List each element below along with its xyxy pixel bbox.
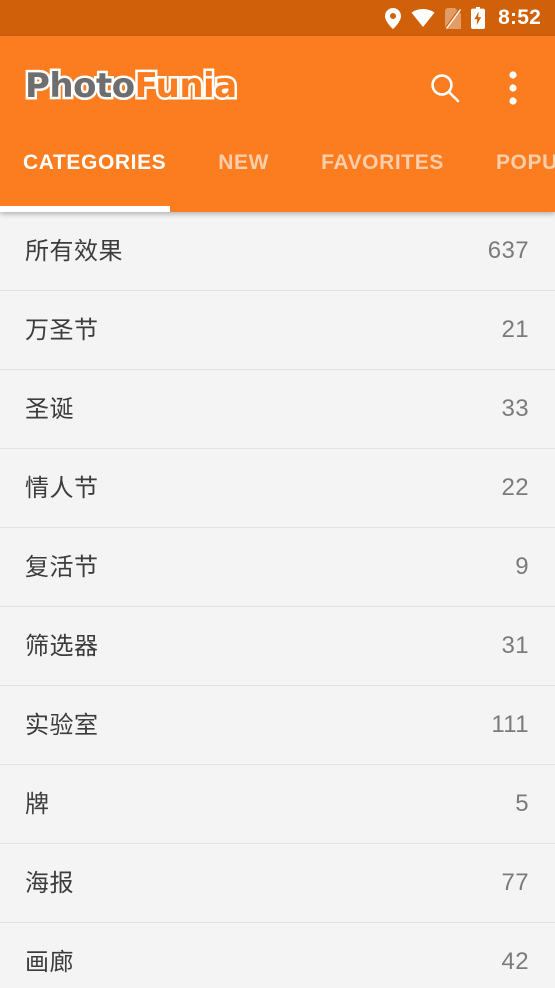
category-name: 情人节 xyxy=(25,474,99,502)
category-count: 77 xyxy=(501,869,529,896)
app-logo: PhotoFunia xyxy=(23,66,240,106)
category-list[interactable]: 所有效果 637 万圣节 21 圣诞 33 情人节 22 复活节 9 筛选器 3… xyxy=(0,212,555,988)
category-count: 31 xyxy=(501,632,529,659)
category-name: 圣诞 xyxy=(25,395,74,423)
table-row[interactable]: 情人节 22 xyxy=(0,449,555,528)
table-row[interactable]: 所有效果 637 xyxy=(0,212,555,291)
app-screen: 8:52 PhotoFunia CATEGORIES NEW FAVORITES… xyxy=(0,0,555,988)
table-row[interactable]: 画廊 42 xyxy=(0,923,555,988)
table-row[interactable]: 万圣节 21 xyxy=(0,291,555,370)
category-name: 实验室 xyxy=(25,711,99,739)
toolbar-actions xyxy=(425,68,555,108)
category-count: 42 xyxy=(501,948,529,975)
logo-photo-text: Photo xyxy=(23,66,138,106)
category-name: 牌 xyxy=(25,790,50,818)
more-vertical-icon xyxy=(509,71,517,105)
sim-card-off-icon xyxy=(445,7,462,29)
category-name: 复活节 xyxy=(25,553,99,581)
overflow-menu-button[interactable] xyxy=(493,68,533,108)
location-pin-icon xyxy=(385,7,402,29)
table-row[interactable]: 圣诞 33 xyxy=(0,370,555,449)
battery-charging-icon xyxy=(471,7,486,29)
tab-favorites[interactable]: FAVORITES xyxy=(321,140,444,173)
tab-active-indicator xyxy=(0,206,170,212)
category-name: 所有效果 xyxy=(25,237,123,265)
wifi-icon xyxy=(411,7,435,29)
table-row[interactable]: 实验室 111 xyxy=(0,686,555,765)
category-count: 9 xyxy=(515,553,529,580)
category-count: 22 xyxy=(501,474,529,501)
category-count: 637 xyxy=(487,237,529,264)
table-row[interactable]: 复活节 9 xyxy=(0,528,555,607)
table-row[interactable]: 筛选器 31 xyxy=(0,607,555,686)
tab-categories[interactable]: CATEGORIES xyxy=(23,140,166,173)
category-count: 21 xyxy=(501,316,529,343)
category-count: 33 xyxy=(501,395,529,422)
category-name: 画廊 xyxy=(25,948,74,976)
table-row[interactable]: 海报 77 xyxy=(0,844,555,923)
app-toolbar: PhotoFunia CATEGORIES NEW FAVORITES POPU xyxy=(0,36,555,212)
category-count: 5 xyxy=(515,790,529,817)
category-name: 万圣节 xyxy=(25,316,99,344)
category-count: 111 xyxy=(491,711,529,738)
tab-bar: CATEGORIES NEW FAVORITES POPULAR xyxy=(0,140,555,212)
status-bar: 8:52 xyxy=(0,0,555,36)
tab-popular[interactable]: POPULAR xyxy=(496,140,555,173)
tab-new[interactable]: NEW xyxy=(218,140,269,173)
category-name: 筛选器 xyxy=(25,632,99,660)
search-button[interactable] xyxy=(425,68,465,108)
status-bar-time: 8:52 xyxy=(498,6,541,29)
search-icon xyxy=(429,72,461,104)
logo-funia-text: Funia xyxy=(132,66,240,106)
toolbar-top-row: PhotoFunia xyxy=(0,36,555,140)
category-name: 海报 xyxy=(25,869,74,897)
table-row[interactable]: 牌 5 xyxy=(0,765,555,844)
